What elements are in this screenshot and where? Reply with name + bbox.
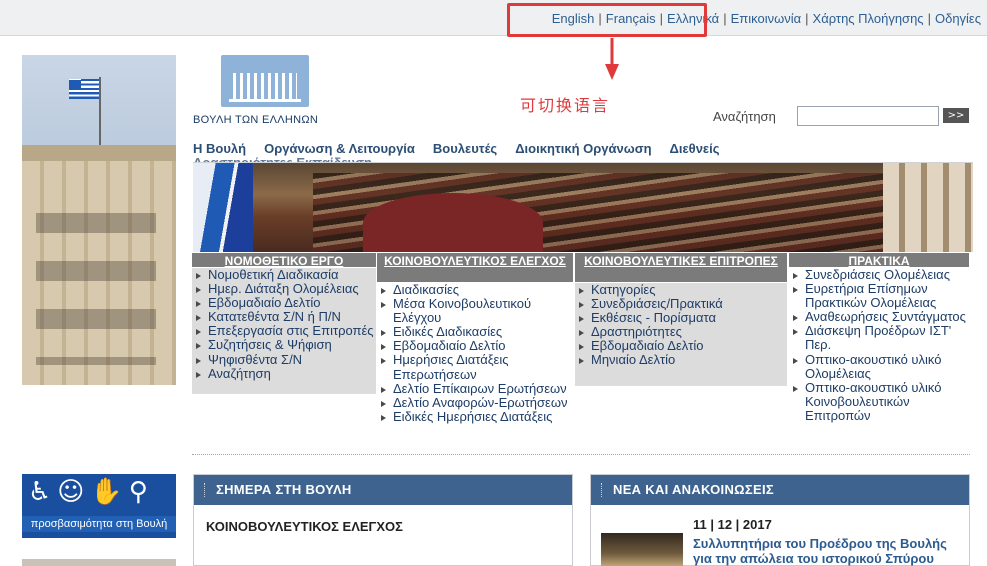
list-item[interactable]: Επεξεργασία στις Επιτροπές: [192, 324, 376, 338]
list-item[interactable]: Οπτικο-ακουστικό υλικό Κοινοβουλευτικών …: [789, 380, 969, 423]
parliament-logo-icon: [221, 55, 309, 107]
list-item[interactable]: Αναζήτηση: [192, 366, 376, 381]
news-headline-link[interactable]: Συλλυπητήρια του Προέδρου της Βουλής για…: [693, 536, 963, 566]
news-date: 11 | 12 | 2017: [693, 517, 772, 532]
flags-icon: [193, 163, 253, 252]
list-item[interactable]: Μηνιαίο Δελτίο: [575, 353, 787, 367]
greek-flag-icon: [69, 79, 99, 99]
list-item[interactable]: Ημερ. Διάταξη Ολομέλειας: [192, 281, 376, 296]
news-panel-title: ΝΕΑ ΚΑΙ ΑΝΑΚΟΙΝΩΣΕΙΣ: [591, 475, 969, 505]
plenary-hall-banner: [193, 163, 973, 252]
top-bar: English | Français | Ελληνικά | Επικοινωνία | Χά…: [0, 0, 987, 36]
search-input[interactable]: [797, 106, 939, 126]
sitemap-link[interactable]: Χάρτης Πλοήγησης: [813, 11, 924, 26]
parliamentary-control-list: Διαδικασίες Μέσα Κοινοβουλευτικού Ελέγχο…: [377, 282, 573, 424]
list-item[interactable]: Ευρετήρια Επίσημων Πρακτικών Ολομέλειας: [789, 281, 969, 310]
list-item[interactable]: Οπτικο-ακουστικό υλικό Ολομέλειας: [789, 352, 969, 381]
list-item[interactable]: Νομοθετική Διαδικασία: [192, 267, 376, 282]
nav-item-parliament[interactable]: Η Βουλή: [193, 141, 246, 156]
nav-item-mps[interactable]: Βουλευτές: [433, 141, 497, 156]
list-item[interactable]: Δραστηριότητες: [575, 325, 787, 339]
list-item[interactable]: Ημερήσιες Διατάξεις Επερωτήσεων: [377, 353, 573, 381]
main-nav: Η Βουλή Οργάνωση & Λειτουργία Βουλευτές Διο…: [193, 141, 973, 163]
search-button[interactable]: >>: [943, 108, 969, 123]
annotation-arrow-icon: [605, 38, 619, 80]
list-item[interactable]: Εβδομαδιαίο Δελτίο: [377, 339, 573, 353]
list-item[interactable]: Διάσκεψη Προέδρων ΙΣΤ' Περ.: [789, 324, 969, 352]
annotation-text: 可切换语言: [520, 96, 611, 115]
logo-text: ΒΟΥΛΗ ΤΩΝ ΕΛΛΗΝΩΝ: [193, 114, 319, 126]
list-item[interactable]: Διαδικασίες: [377, 282, 573, 297]
news-panel: ΝΕΑ ΚΑΙ ΑΝΑΚΟΙΝΩΣΕΙΣ 11 | 12 | 2017 Συλλ…: [590, 474, 970, 566]
guides-link[interactable]: Οδηγίες: [935, 11, 981, 26]
today-panel: ΣΗΜΕΡΑ ΣΤΗ ΒΟΥΛΗ ΚΟΙΝΟΒΟΥΛΕΥΤΙΚΟΣ ΕΛΕΓΧΟ…: [193, 474, 573, 566]
parliament-building-image: [22, 55, 176, 385]
nav-overflow-row: Δραστηριότητες Εκπαίδευση: [193, 155, 372, 163]
parliamentary-control-header[interactable]: ΚΟΙΝΟΒΟΥΛΕΥΤΙΚΟΣ ΕΛΕΓΧΟΣ: [377, 253, 573, 282]
list-item[interactable]: Ειδικές Ημερήσιες Διατάξεις: [377, 409, 573, 424]
list-item[interactable]: Ειδικές Διαδικασίες: [377, 325, 573, 339]
committees-header[interactable]: ΚΟΙΝΟΒΟΥΛΕΥΤΙΚΕΣ ΕΠΙΤΡΟΠΕΣ: [575, 253, 787, 282]
today-panel-subtitle[interactable]: ΚΟΙΝΟΒΟΥΛΕΥΤΙΚΟΣ ΕΛΕΓΧΟΣ: [194, 505, 572, 534]
list-item[interactable]: Εβδομαδιαίο Δελτίο: [192, 296, 376, 310]
nav-item-international[interactable]: Διεθνείς: [670, 141, 720, 156]
list-item[interactable]: Μέσα Κοινοβουλευτικού Ελέγχου: [377, 296, 573, 325]
list-item[interactable]: Κατατεθέντα Σ/Ν ή Π/Ν: [192, 310, 376, 324]
bottom-image: [22, 559, 176, 566]
list-item[interactable]: Δελτίο Επίκαιρων Ερωτήσεων: [377, 381, 573, 396]
list-item[interactable]: Εκθέσεις - Πορίσματα: [575, 311, 787, 325]
list-item[interactable]: Αναθεωρήσεις Συντάγματος: [789, 310, 969, 324]
language-highlight-box: [507, 3, 707, 37]
legislative-work-header[interactable]: ΝΟΜΟΘΕΤΙΚΟ ΕΡΓΟ: [192, 253, 376, 268]
legislative-work-list: Νομοθετική Διαδικασία Ημερ. Διάταξη Ολομ…: [192, 267, 376, 394]
section-divider: [192, 454, 970, 455]
committees-list: Κατηγορίες Συνεδριάσεις/Πρακτικά Εκθέσει…: [575, 282, 787, 386]
nav-item-organization[interactable]: Οργάνωση & Λειτουργία: [264, 141, 415, 156]
accessibility-label: προσβασιμότητα στη Βουλή: [22, 516, 176, 532]
list-item[interactable]: Εβδομαδιαίο Δελτίο: [575, 339, 787, 353]
list-item[interactable]: Ψηφισθέντα Σ/Ν: [192, 352, 376, 367]
accessibility-icons: ♿☺✋⚲: [28, 477, 154, 507]
today-panel-title: ΣΗΜΕΡΑ ΣΤΗ ΒΟΥΛΗ: [194, 475, 572, 505]
minutes-list: Συνεδριάσεις Ολομέλειας Ευρετήρια Επίσημ…: [789, 267, 969, 424]
minutes-header[interactable]: ΠΡΑΚΤΙΚΑ: [789, 253, 969, 268]
list-item[interactable]: Συνεδριάσεις/Πρακτικά: [575, 296, 787, 311]
accessibility-banner[interactable]: ♿☺✋⚲ προσβασιμότητα στη Βουλή: [22, 474, 176, 538]
list-item[interactable]: Συνεδριάσεις Ολομέλειας: [789, 267, 969, 282]
contact-link[interactable]: Επικοινωνία: [731, 11, 802, 26]
site-logo[interactable]: ΒΟΥΛΗ ΤΩΝ ΕΛΛΗΝΩΝ: [193, 55, 343, 127]
list-item[interactable]: Συζητήσεις & Ψήφιση: [192, 338, 376, 352]
list-item[interactable]: Δελτίο Αναφορών-Ερωτήσεων: [377, 395, 573, 410]
news-thumbnail[interactable]: [601, 533, 683, 566]
list-item[interactable]: Κατηγορίες: [575, 282, 787, 297]
nav-item-administration[interactable]: Διοικητική Οργάνωση: [515, 141, 651, 156]
search-label: Αναζήτηση: [713, 109, 776, 124]
